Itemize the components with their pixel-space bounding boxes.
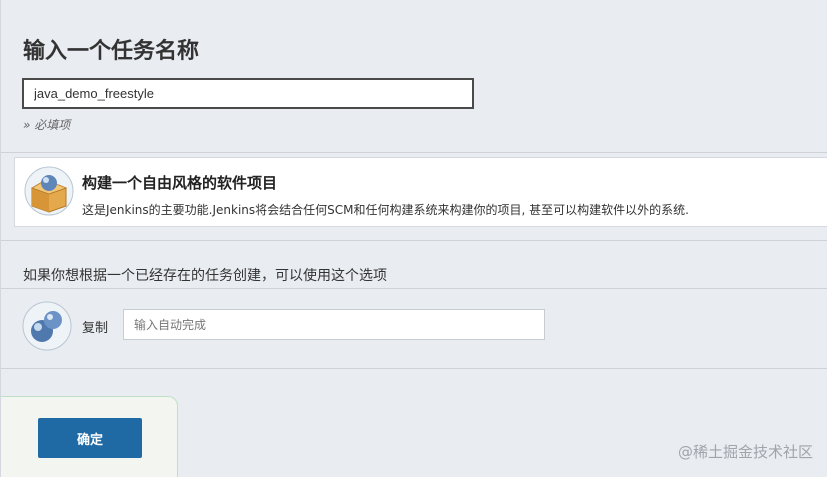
- required-note: » 必填项: [23, 118, 71, 132]
- item-name-input[interactable]: [22, 78, 474, 109]
- copy-hint: 如果你想根据一个已经存在的任务创建，可以使用这个选项: [23, 268, 387, 284]
- copy-label: 复制: [82, 321, 109, 336]
- copy-from-input[interactable]: [123, 309, 545, 340]
- watermark: @稀土掘金技术社区: [677, 443, 813, 461]
- page-title: 输入一个任务名称: [23, 39, 200, 64]
- divider: [1, 240, 827, 241]
- new-item-page: 输入一个任务名称 » 必填项 构建一个自由风格的软件项目 这是Jenkins的主…: [0, 0, 827, 477]
- ok-button[interactable]: 确定: [38, 418, 142, 458]
- divider: [1, 152, 827, 153]
- job-type-name: 构建一个自由风格的软件项目: [82, 174, 278, 192]
- copy-spheres-icon: [22, 301, 72, 351]
- divider: [1, 368, 827, 369]
- divider: [1, 288, 827, 289]
- job-type-freestyle[interactable]: 构建一个自由风格的软件项目 这是Jenkins的主要功能.Jenkins将会结合…: [14, 157, 827, 227]
- job-type-description: 这是Jenkins的主要功能.Jenkins将会结合任何SCM和任何构建系统来构…: [82, 203, 689, 217]
- freestyle-project-box-icon: [24, 166, 74, 216]
